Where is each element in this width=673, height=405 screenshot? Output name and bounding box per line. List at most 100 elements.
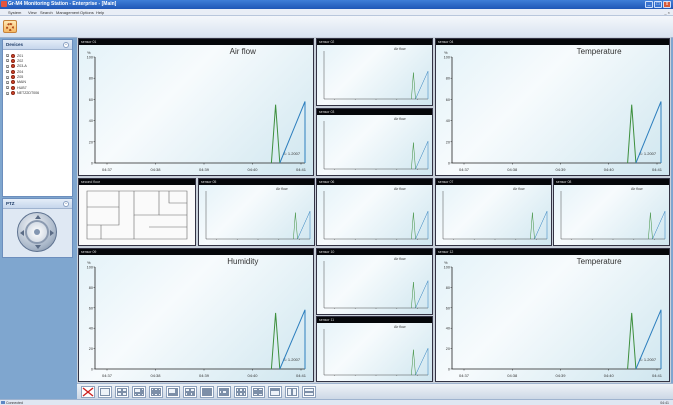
pan-down-icon[interactable] bbox=[35, 245, 41, 249]
app-icon bbox=[1, 1, 7, 7]
layout-button-2x2[interactable] bbox=[115, 386, 129, 398]
layout-button-6x6[interactable] bbox=[285, 386, 299, 398]
sensor-tile[interactable]: sensor 07 Air flow bbox=[435, 178, 552, 246]
settings-button[interactable] bbox=[3, 20, 17, 33]
joystick-knob[interactable] bbox=[34, 229, 40, 235]
mdi-controls[interactable]: _ × bbox=[664, 10, 670, 15]
series-line bbox=[534, 211, 548, 240]
gear-icon bbox=[6, 23, 14, 31]
layout-button-1-7[interactable] bbox=[166, 386, 180, 398]
layout-button-1-12[interactable] bbox=[217, 386, 231, 398]
x-tick-label: 04:40 bbox=[247, 373, 258, 378]
pan-up-icon[interactable] bbox=[35, 215, 41, 219]
sensor-tile[interactable]: sensor 06 Air flow bbox=[316, 178, 433, 246]
sensor-tile[interactable]: sensor 11 Air flow bbox=[316, 316, 433, 382]
layout-button-2-8[interactable] bbox=[183, 386, 197, 398]
layout-button-1-5[interactable] bbox=[132, 386, 146, 398]
layout-button-5x5[interactable] bbox=[268, 386, 282, 398]
series-line bbox=[293, 212, 298, 240]
expand-icon[interactable]: + bbox=[6, 80, 9, 84]
menu-options[interactable]: Options bbox=[80, 10, 94, 15]
close-button[interactable]: x bbox=[663, 1, 671, 8]
sensor-tile[interactable]: sensor 09 Humidity% 100 80 60 40 20 0 04:37 04:38… bbox=[78, 248, 314, 382]
maximize-button[interactable]: □ bbox=[654, 1, 662, 8]
x-tick-label: 04:38 bbox=[507, 167, 518, 172]
series-line bbox=[411, 282, 416, 309]
menu-management[interactable]: Management bbox=[56, 10, 79, 15]
y-tick-label: 100 bbox=[87, 266, 93, 270]
y-unit-label: % bbox=[87, 260, 91, 265]
minimize-button[interactable]: _ bbox=[645, 1, 653, 8]
window-title: Gr-M4 Monitoring Station - Enterprise - … bbox=[8, 1, 117, 7]
layout-cell bbox=[100, 388, 110, 396]
sensor-tile[interactable]: sensor 10 Air flow bbox=[316, 248, 433, 315]
layout-cell bbox=[192, 392, 195, 396]
x-tick-label: 04:41 bbox=[652, 167, 663, 172]
chart-title: Air flow bbox=[276, 187, 288, 191]
expand-icon[interactable]: + bbox=[6, 75, 9, 79]
expand-icon[interactable]: + bbox=[6, 91, 9, 95]
y-tick-label: 20 bbox=[89, 140, 93, 144]
x-tick-label: 04:41 bbox=[296, 167, 307, 172]
expand-icon[interactable]: + bbox=[6, 86, 9, 90]
ptz-panel-title: PTZ bbox=[6, 201, 15, 206]
menu-help[interactable]: Help bbox=[96, 10, 104, 15]
sensor-tile[interactable]: sensor 05 Air flow bbox=[198, 178, 315, 246]
expand-icon[interactable]: + bbox=[6, 54, 9, 58]
ptz-joystick[interactable] bbox=[17, 212, 57, 252]
sensor-chart: Temperature%100 80 60 40 20 0 04:37 04:38 04:39 0… bbox=[444, 47, 663, 172]
series-line bbox=[297, 211, 311, 240]
series-line bbox=[411, 72, 416, 100]
sensor-tile[interactable]: sensor 12 Temperature% 100 80 60 40 20 0 04:37 04… bbox=[435, 248, 670, 382]
y-tick-label: 40 bbox=[89, 119, 93, 123]
sensor-chart: Air flow%100 80 60 40 20 0 04:37 04:38 04:39 04:4… bbox=[87, 47, 307, 172]
expand-icon[interactable]: + bbox=[6, 59, 9, 63]
layout-cell bbox=[157, 393, 161, 396]
chart-title: Temperature bbox=[577, 257, 622, 266]
tree-item-label: Z05 bbox=[17, 75, 24, 80]
pan-right-icon[interactable] bbox=[50, 230, 54, 236]
floorplan-tile[interactable]: second floor bbox=[78, 178, 196, 246]
expand-icon[interactable]: + bbox=[6, 70, 9, 74]
tree-item-label: Z03-A bbox=[17, 64, 27, 69]
pan-left-icon[interactable] bbox=[20, 230, 24, 236]
layout-button-2x6[interactable] bbox=[251, 386, 265, 398]
collapse-icon[interactable]: ^ bbox=[63, 201, 69, 207]
sensor-chart: Temperature%100 80 60 40 20 0 04:37 04:38 04:39 0… bbox=[444, 257, 663, 378]
menu-search[interactable]: Search bbox=[40, 10, 53, 15]
sensor-chart: Air flow bbox=[323, 47, 429, 100]
menu-system[interactable]: System bbox=[8, 10, 21, 15]
layout-button-clear[interactable] bbox=[81, 386, 95, 398]
sensor-tile[interactable]: sensor 03 Air flow bbox=[316, 108, 433, 176]
y-tick-label: 20 bbox=[446, 140, 450, 144]
layout-button-3x3[interactable] bbox=[149, 386, 163, 398]
layout-cell bbox=[175, 394, 178, 396]
y-tick-label: 100 bbox=[87, 56, 93, 60]
y-tick-label: 0 bbox=[448, 162, 450, 166]
y-tick-label: 0 bbox=[91, 368, 93, 372]
ptz-panel-header: PTZ ^ bbox=[3, 199, 72, 209]
x-tick-label: 04:39 bbox=[555, 373, 566, 378]
status-bar: Connected 04:41 bbox=[0, 399, 673, 405]
series-line bbox=[411, 212, 416, 240]
sensor-tile[interactable]: sensor 01 Air flow% 100 80 60 40 20 0 04:37 04:38… bbox=[78, 38, 314, 176]
chart-title: Air flow bbox=[394, 325, 406, 329]
series-line bbox=[415, 348, 429, 376]
menu-view[interactable]: View bbox=[28, 10, 37, 15]
sensor-tile[interactable]: sensor 08 Air flow bbox=[553, 178, 670, 246]
layout-button-4x4[interactable] bbox=[200, 386, 214, 398]
expand-icon[interactable]: + bbox=[6, 64, 9, 68]
layout-cell bbox=[140, 393, 144, 396]
x-tick-label: 04:37 bbox=[102, 373, 113, 378]
floorplan-wall bbox=[87, 191, 120, 208]
y-tick-label: 80 bbox=[89, 286, 93, 290]
layout-button-3-9[interactable] bbox=[234, 386, 248, 398]
collapse-icon[interactable]: ^ bbox=[63, 42, 69, 48]
sensor-chart: Air flow bbox=[323, 325, 429, 376]
layout-button-1x1[interactable] bbox=[98, 386, 112, 398]
y-tick-label: 60 bbox=[446, 306, 450, 310]
chart-title: Air flow bbox=[394, 47, 406, 51]
sensor-tile[interactable]: sensor 02 Air flow bbox=[316, 38, 433, 106]
sensor-tile[interactable]: sensor 04 Temperature% 100 80 60 40 20 0 04:37 04… bbox=[435, 38, 670, 176]
layout-button-custom[interactable] bbox=[302, 386, 316, 398]
